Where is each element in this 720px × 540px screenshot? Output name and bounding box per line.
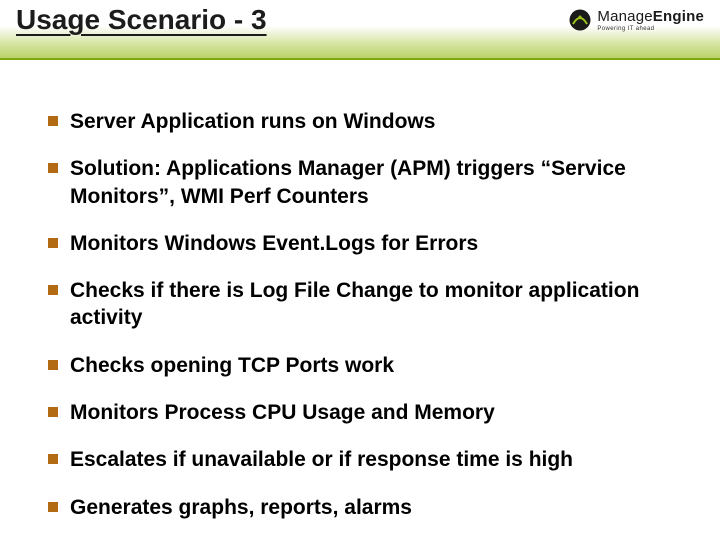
brand-text-wrap: ManageEngine Powering IT ahead	[597, 8, 704, 32]
list-item: Checks if there is Log File Change to mo…	[48, 277, 672, 332]
list-item: Escalates if unavailable or if response …	[48, 446, 672, 473]
slide-content: Server Application runs on Windows Solut…	[0, 60, 720, 521]
list-item: Generates graphs, reports, alarms	[48, 494, 672, 521]
list-item: Solution: Applications Manager (APM) tri…	[48, 155, 672, 210]
brand-name: ManageEngine	[597, 8, 704, 25]
list-item: Monitors Process CPU Usage and Memory	[48, 399, 672, 426]
list-item: Server Application runs on Windows	[48, 108, 672, 135]
list-item: Checks opening TCP Ports work	[48, 352, 672, 379]
manageengine-mark-icon	[569, 9, 591, 31]
brand-logo: ManageEngine Powering IT ahead	[569, 8, 704, 32]
slide-title: Usage Scenario - 3	[16, 4, 267, 36]
bullet-list: Server Application runs on Windows Solut…	[48, 108, 672, 521]
list-item: Monitors Windows Event.Logs for Errors	[48, 230, 672, 257]
brand-prefix: Manage	[597, 8, 652, 25]
brand-tagline: Powering IT ahead	[597, 26, 704, 32]
brand-strong: Engine	[653, 8, 704, 25]
slide-header: Usage Scenario - 3 ManageEngine Powering…	[0, 0, 720, 60]
